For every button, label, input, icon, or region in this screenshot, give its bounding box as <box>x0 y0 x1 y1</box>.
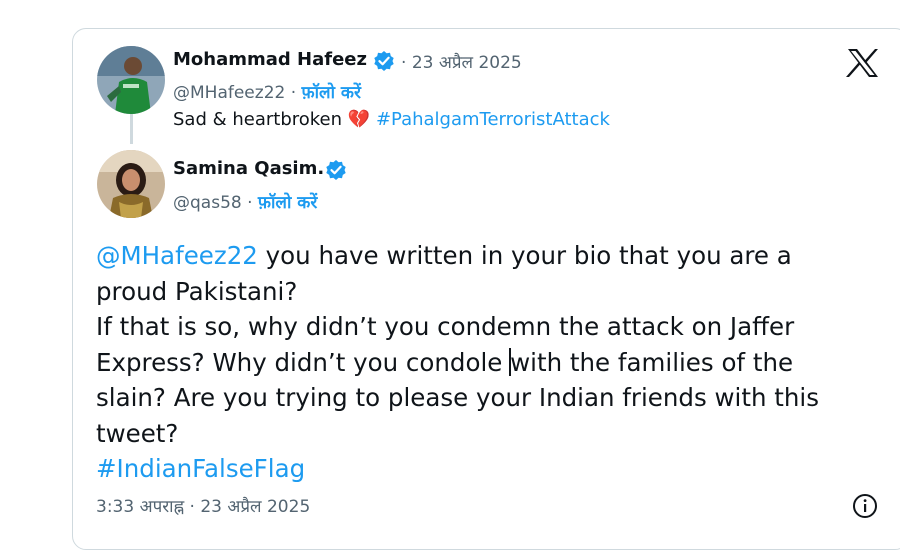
avatar-samina-qasim[interactable] <box>97 150 165 218</box>
verified-badge-icon <box>326 160 346 180</box>
body-line-4: Express? Why didn’t you condole with the… <box>96 345 856 381</box>
body-line-3: If that is so, why didn’t you condemn th… <box>96 312 795 341</box>
body-line-2: proud Pakistani? <box>96 276 298 306</box>
mention-mhafeez22[interactable]: @MHafeez22 <box>96 241 258 270</box>
dot-separator: · <box>241 193 258 213</box>
follow-button-hafeez[interactable]: फ़ॉलो करें <box>302 83 361 103</box>
quoted-date[interactable]: · 23 अप्रैल 2025 <box>401 50 522 73</box>
info-icon[interactable] <box>852 493 878 519</box>
quoted-text: Sad & heartbroken <box>173 109 343 130</box>
avatar-mohammad-hafeez[interactable] <box>97 46 165 114</box>
reply-handle[interactable]: @qas58 <box>173 193 242 213</box>
broken-heart-emoji: 💔 <box>347 109 371 130</box>
body-line-4b: with the families of the <box>510 347 794 377</box>
quoted-tweet-text: Sad & heartbroken 💔 #PahalgamTerroristAt… <box>173 109 610 130</box>
quoted-handle-row: @MHafeez22 · फ़ॉलो करें <box>173 80 361 103</box>
verified-badge-icon <box>374 51 394 71</box>
body-line-6: tweet? <box>96 418 179 448</box>
quoted-date-text[interactable]: 23 अप्रैल 2025 <box>412 53 522 73</box>
reply-tweet-body: @MHafeez22 you have written in your bio … <box>96 238 856 487</box>
body-line-1-text: you have written in your bio that you ar… <box>257 241 792 270</box>
body-line-1: @MHafeez22 you have written in your bio … <box>96 238 856 274</box>
body-line-4a: Express? Why didn’t you condole <box>96 347 511 377</box>
dot-separator: · <box>401 53 412 73</box>
body-line-5: slain? Are you trying to please your Ind… <box>96 383 819 412</box>
quoted-author-name[interactable]: Mohammad Hafeez <box>173 49 367 70</box>
hashtag-pahalgam[interactable]: #PahalgamTerroristAttack <box>376 109 610 130</box>
dot-separator: · <box>285 83 302 103</box>
x-logo-icon[interactable] <box>846 48 880 78</box>
tweet-timestamp[interactable]: 3:33 अपराह्न · 23 अप्रैल 2025 <box>96 494 310 517</box>
quoted-handle[interactable]: @MHafeez22 <box>173 83 285 103</box>
thread-connector-line <box>130 114 133 144</box>
hashtag-indian-false-flag[interactable]: #IndianFalseFlag <box>96 451 856 487</box>
follow-button-qasim[interactable]: फ़ॉलो करें <box>258 193 317 213</box>
reply-author-name[interactable]: Samina Qasim. <box>173 158 324 179</box>
reply-handle-row: @qas58 · फ़ॉलो करें <box>173 190 317 213</box>
